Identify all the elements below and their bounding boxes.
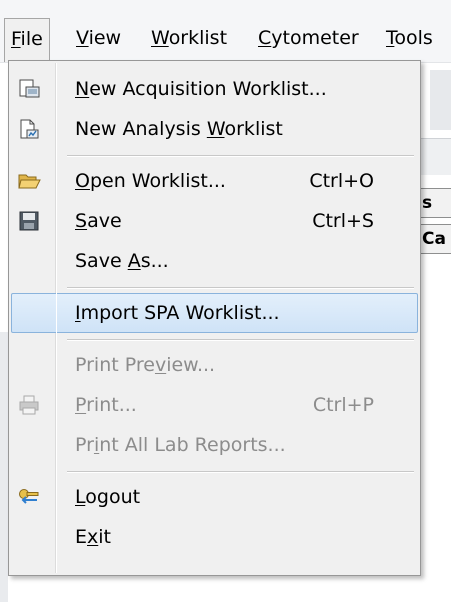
menu-tools-label: ools (394, 27, 433, 49)
menu-separator (67, 339, 414, 341)
menu-cytometer[interactable]: Cytometer (252, 18, 365, 60)
menu-item-label: Open Worklist... (75, 170, 226, 192)
menu-worklist[interactable]: Worklist (145, 18, 233, 60)
menu-item-shortcut: Ctrl+O (309, 170, 374, 192)
file-menu-dropdown: New Acquisition Worklist... New Analysis… (8, 60, 421, 576)
bg-button-label: Ca (422, 229, 446, 249)
menu-cytometer-mnemonic: C (258, 27, 272, 49)
menu-file-mnemonic: F (11, 28, 21, 50)
menu-item-label: Logout (75, 486, 141, 508)
menu-view-label: iew (88, 27, 122, 49)
menu-item-label: Print Preview... (75, 354, 216, 376)
menu-item-label: Save As... (75, 250, 169, 272)
menu-item-shortcut: Ctrl+P (312, 394, 374, 416)
menu-item-label: Print All Lab Reports... (75, 434, 286, 456)
menu-item-print-all-lab-reports: Print All Lab Reports... (11, 425, 418, 465)
printer-icon (19, 395, 39, 415)
logout-key-icon (19, 489, 39, 504)
menu-separator (67, 287, 414, 289)
menu-file[interactable]: File (4, 18, 50, 62)
menu-item-shortcut: Ctrl+S (312, 210, 374, 232)
menu-view-mnemonic: V (76, 27, 89, 49)
menu-item-exit[interactable]: Exit (11, 517, 418, 557)
menu-view[interactable]: View (70, 18, 127, 60)
bg-left-panel (0, 332, 8, 602)
save-disk-icon (19, 211, 39, 231)
menu-item-open-worklist[interactable]: Open Worklist... Ctrl+O (11, 161, 418, 201)
menu-item-label: New Acquisition Worklist... (75, 78, 327, 100)
menu-item-label: Save (75, 210, 122, 232)
menu-item-new-acquisition-worklist[interactable]: New Acquisition Worklist... (11, 69, 418, 109)
menu-item-save-as[interactable]: Save As... (11, 241, 418, 281)
toolbar-strip (430, 70, 451, 130)
menu-item-label: Exit (75, 526, 111, 548)
bg-column-header-label: s (422, 193, 433, 213)
menu-tools[interactable]: Tools (380, 18, 439, 60)
menu-worklist-label: orklist (168, 27, 228, 49)
menu-item-label: Import SPA Worklist... (75, 302, 280, 324)
menu-item-print: Print... Ctrl+P (11, 385, 418, 425)
menu-worklist-mnemonic: W (151, 27, 169, 49)
new-acquisition-worklist-icon (19, 79, 40, 98)
menu-file-label: ile (20, 28, 43, 50)
open-folder-icon (18, 174, 41, 189)
menu-item-logout[interactable]: Logout (11, 477, 418, 517)
menu-item-label: New Analysis Worklist (75, 118, 283, 140)
menu-bar: File View Worklist Cytometer Tools (0, 0, 451, 63)
menu-cytometer-label: ytometer (271, 27, 359, 49)
menu-item-new-analysis-worklist[interactable]: New Analysis Worklist (11, 109, 418, 149)
menu-item-print-preview: Print Preview... (11, 345, 418, 385)
new-analysis-worklist-icon (20, 119, 39, 139)
menu-item-label: Print... (75, 394, 137, 416)
menu-item-save[interactable]: Save Ctrl+S (11, 201, 418, 241)
menu-separator (67, 471, 414, 473)
menu-item-import-spa-worklist[interactable]: Import SPA Worklist... (11, 293, 418, 333)
menu-separator (67, 155, 414, 157)
